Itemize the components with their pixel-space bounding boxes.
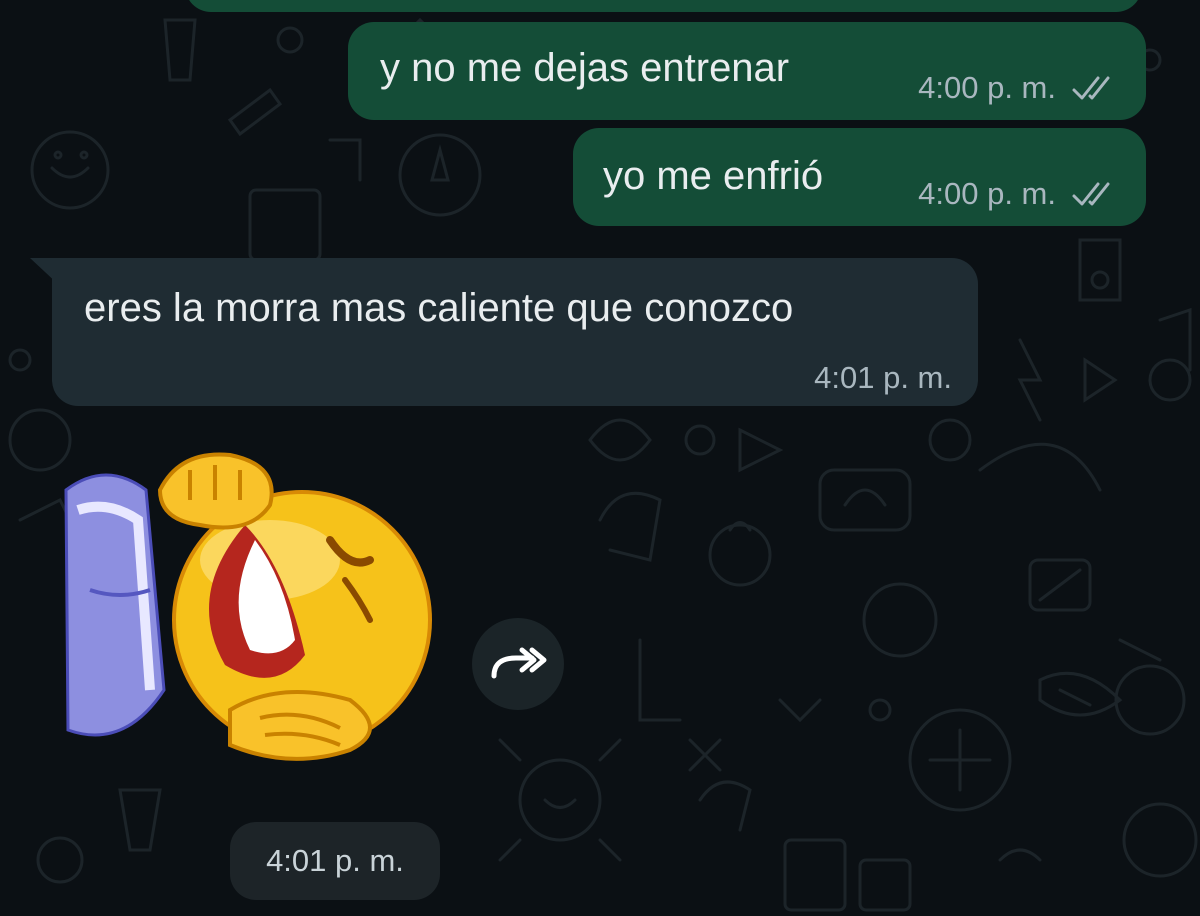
message-meta: 4:01 p. m. [814, 360, 952, 396]
message-text: y no me dejas entrenar [380, 46, 790, 90]
message-time: 4:00 p. m. [918, 70, 1056, 105]
bubble-tail [30, 258, 60, 286]
forward-button[interactable] [472, 618, 564, 710]
double-check-read-icon [1072, 76, 1110, 100]
message-bubble-outgoing-cut[interactable] [185, 0, 1142, 12]
message-text: eres la morra mas caliente que conozco [84, 286, 794, 330]
message-text: yo me enfrió [603, 154, 824, 198]
laughing-emoji-sticker[interactable] [60, 450, 440, 770]
message-meta: 4:00 p. m. [918, 176, 1118, 212]
message-bubble-incoming[interactable]: eres la morra mas caliente que conozco 4… [52, 258, 978, 406]
forward-icon [491, 647, 547, 679]
message-bubble-outgoing[interactable]: y no me dejas entrenar 4:00 p. m. [348, 22, 1146, 120]
message-bubble-outgoing[interactable]: yo me enfrió 4:00 p. m. [573, 128, 1146, 226]
message-time: 4:01 p. m. [266, 843, 404, 878]
double-check-read-icon [1072, 182, 1110, 206]
message-time: 4:01 p. m. [814, 360, 952, 395]
message-meta: 4:00 p. m. [918, 70, 1118, 106]
message-time: 4:00 p. m. [918, 176, 1056, 211]
sticker-time-badge: 4:01 p. m. [230, 822, 440, 900]
